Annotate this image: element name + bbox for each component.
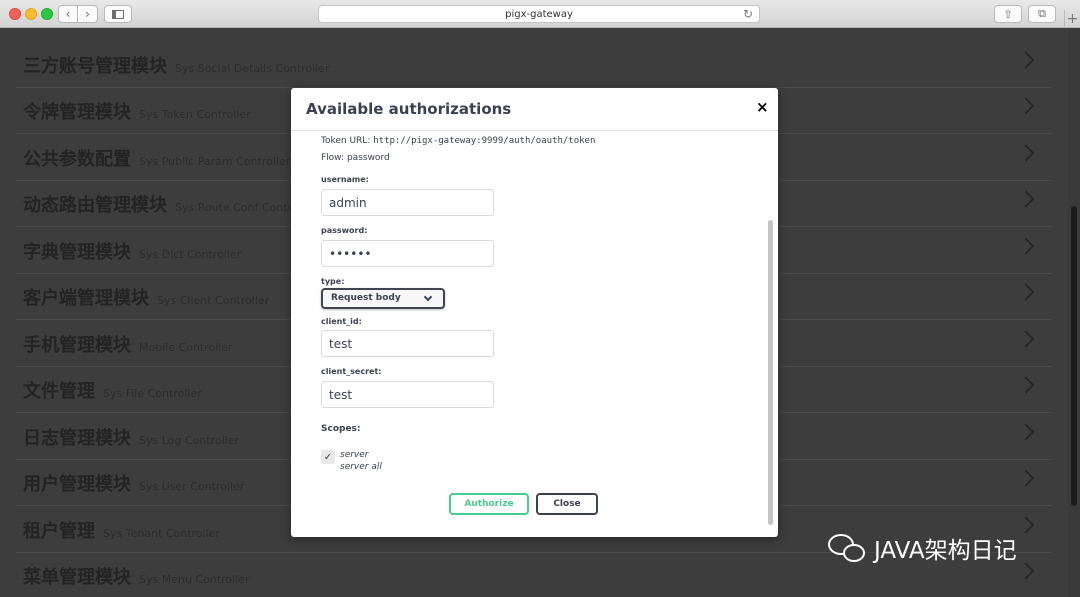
share-icon: ⇧ <box>1003 7 1013 21</box>
watermark: JAVA架构日记 <box>826 531 1017 565</box>
controller-subtitle: Sys Client Controller <box>157 294 270 307</box>
controller-title: 三方账号管理模块 Sys Social Details Controller <box>23 56 330 77</box>
client-secret-label: client_secret: <box>321 367 382 376</box>
sidebar-icon <box>112 9 124 19</box>
controller-subtitle: Sys Dict Controller <box>139 248 242 261</box>
controller-subtitle: Sys Public Param Controller <box>139 155 291 168</box>
chevron-right-icon <box>1017 190 1035 208</box>
controller-title: 公共参数配置 Sys Public Param Controller <box>23 149 291 170</box>
watermark-text: JAVA架构日记 <box>874 538 1017 564</box>
page-scrollbar-thumb[interactable] <box>1071 206 1077 506</box>
dialog-body: Token URL: http://pigx-gateway:9999/auth… <box>291 132 778 537</box>
token-url: Token URL: http://pigx-gateway:9999/auth… <box>321 136 596 146</box>
back-button[interactable]: ‹ <box>58 5 78 23</box>
minimize-window-button[interactable] <box>25 8 37 20</box>
controller-title: 客户端管理模块 Sys Client Controller <box>23 288 270 309</box>
address-bar[interactable]: pigx-gateway ↻ <box>318 5 760 23</box>
password-input[interactable] <box>321 240 494 267</box>
chevron-right-icon: › <box>85 7 90 21</box>
share-button[interactable]: ⇧ <box>994 5 1022 23</box>
controller-row[interactable]: 三方账号管理模块 Sys Social Details Controller <box>0 42 1068 88</box>
type-select[interactable]: Request body <box>321 288 445 309</box>
scope-checkbox[interactable]: ✓ <box>321 450 335 464</box>
username-label: username: <box>321 175 369 184</box>
authorize-button[interactable]: Authorize <box>449 493 529 515</box>
flow-value: password <box>346 153 390 163</box>
new-tab-button[interactable]: + <box>1064 10 1080 28</box>
chevron-right-icon <box>1017 237 1035 255</box>
chevron-right-icon <box>1017 562 1035 580</box>
controller-subtitle: Sys User Controller <box>139 480 245 493</box>
close-button[interactable]: Close <box>536 493 598 515</box>
scope-name: server <box>340 450 369 460</box>
forward-button[interactable]: › <box>78 5 98 23</box>
controller-title: 租户管理 Sys Tenant Controller <box>23 521 220 542</box>
controller-subtitle: Sys Social Details Controller <box>175 62 330 75</box>
scopes-label: Scopes: <box>321 424 361 434</box>
password-label: password: <box>321 226 368 235</box>
controller-subtitle: Mobile Controller <box>139 341 233 354</box>
reload-icon[interactable]: ↻ <box>743 7 753 21</box>
chevron-right-icon <box>1017 469 1035 487</box>
flow: Flow: password <box>321 153 390 163</box>
controller-title: 日志管理模块 Sys Log Controller <box>23 428 239 449</box>
chevron-right-icon <box>1017 376 1035 394</box>
sidebar-toggle-button[interactable] <box>104 5 132 23</box>
client-secret-input[interactable] <box>321 381 494 408</box>
controller-title: 文件管理 Sys File Controller <box>23 381 202 402</box>
controller-subtitle: Sys Menu Controller <box>139 573 250 586</box>
chevron-right-icon <box>1017 283 1035 301</box>
tabs-icon: ⧉ <box>1038 7 1046 20</box>
controller-title: 令牌管理模块 Sys Token Controller <box>23 102 251 123</box>
username-input[interactable] <box>321 189 494 216</box>
chevron-right-icon <box>1017 144 1035 162</box>
controller-subtitle: Sys Log Controller <box>139 434 239 447</box>
authorizations-dialog: Available authorizations × Token URL: ht… <box>291 88 778 537</box>
dialog-title: Available authorizations <box>306 100 512 118</box>
url-text: pigx-gateway <box>505 8 573 20</box>
scope-description: server all <box>340 462 382 472</box>
controller-title: 手机管理模块 Mobile Controller <box>23 335 233 356</box>
controller-subtitle: Sys Token Controller <box>139 108 251 121</box>
dialog-header: Available authorizations × <box>291 88 778 131</box>
nav-buttons: ‹ › <box>58 5 98 23</box>
chevron-right-icon <box>1017 423 1035 441</box>
controller-title: 动态路由管理模块 Sys Route Conf Controller <box>23 195 317 216</box>
chevron-right-icon <box>1017 330 1035 348</box>
dialog-scrollbar-thumb[interactable] <box>768 220 773 525</box>
browser-toolbar: ‹ › pigx-gateway ↻ ⇧ ⧉ + <box>0 0 1080 28</box>
wechat-icon <box>826 532 870 564</box>
controller-subtitle: Sys Tenant Controller <box>103 527 220 540</box>
type-select-value: Request body <box>331 293 401 303</box>
token-url-value: http://pigx-gateway:9999/auth/oauth/toke… <box>373 136 596 146</box>
controller-title: 字典管理模块 Sys Dict Controller <box>23 242 242 263</box>
close-icon[interactable]: × <box>756 98 769 116</box>
chevron-left-icon: ‹ <box>65 7 71 21</box>
controller-title: 菜单管理模块 Sys Menu Controller <box>23 567 250 588</box>
type-label: type: <box>321 277 345 286</box>
close-window-button[interactable] <box>9 8 21 20</box>
maximize-window-button[interactable] <box>41 8 53 20</box>
client-id-label: client_id: <box>321 317 362 326</box>
chevron-down-icon <box>423 292 433 302</box>
chevron-right-icon <box>1017 516 1035 534</box>
controller-subtitle: Sys File Controller <box>103 387 202 400</box>
client-id-input[interactable] <box>321 330 494 357</box>
show-tabs-button[interactable]: ⧉ <box>1028 5 1056 23</box>
controller-title: 用户管理模块 Sys User Controller <box>23 474 245 495</box>
chevron-right-icon <box>1017 97 1035 115</box>
chevron-right-icon <box>1017 51 1035 69</box>
check-icon: ✓ <box>323 451 333 463</box>
